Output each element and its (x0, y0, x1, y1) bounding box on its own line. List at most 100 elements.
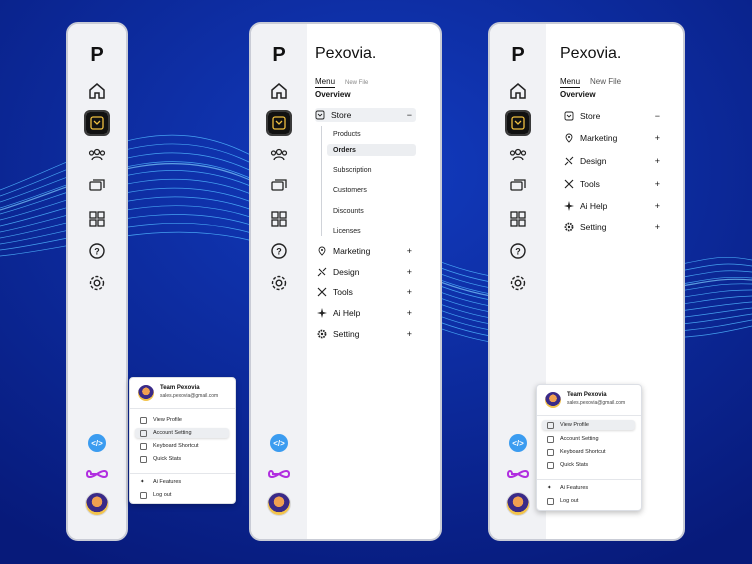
help-icon[interactable]: ? (268, 240, 290, 262)
help-icon[interactable]: ? (507, 240, 529, 262)
log-out-item[interactable]: Log out (140, 490, 229, 500)
expand-icon[interactable]: + (655, 201, 660, 211)
code-icon[interactable]: </> (88, 434, 106, 452)
submenu-item-discounts[interactable]: Discounts (327, 205, 364, 217)
code-icon[interactable]: </> (270, 434, 288, 452)
account-setting-item[interactable]: Account Setting (547, 434, 635, 444)
team-icon[interactable] (507, 144, 529, 166)
team-icon[interactable] (268, 144, 290, 166)
menu-item-label: Marketing (333, 246, 371, 256)
menu-item-tools[interactable]: Tools + (317, 285, 416, 299)
settings-gear-icon[interactable] (86, 272, 108, 294)
code-icon[interactable]: </> (509, 434, 527, 452)
divider (130, 473, 235, 474)
chat-icon[interactable] (86, 176, 108, 198)
profile-icon (547, 421, 554, 429)
menu-tabs: Menu New File (560, 77, 621, 88)
keyboard-shortcut-item[interactable]: Keyboard Shortcut (547, 447, 635, 457)
menu-tabs: Menu New File (315, 77, 368, 88)
menu-item-marketing[interactable]: Marketing + (317, 244, 416, 258)
store-icon[interactable] (84, 110, 110, 136)
chat-icon[interactable] (507, 176, 529, 198)
collapse-icon[interactable]: − (407, 110, 412, 120)
menu-item-label: Setting (333, 329, 360, 339)
profile-popup: Team Pexovia sales.pexovia@gmail.com Vie… (129, 377, 236, 504)
ai-features-item[interactable]: ✦ Ai Features (140, 477, 229, 487)
ai-features-item[interactable]: ✦ Ai Features (547, 483, 635, 493)
home-icon[interactable] (507, 80, 529, 102)
submenu-item-subscription[interactable]: Subscription (327, 164, 372, 176)
menu-item-store[interactable]: Store − (315, 108, 416, 122)
submenu-item-products[interactable]: Products (327, 128, 361, 140)
user-avatar[interactable] (85, 492, 109, 516)
expand-icon[interactable]: + (407, 267, 412, 277)
expand-icon[interactable]: + (407, 287, 412, 297)
keyboard-shortcut-label: Keyboard Shortcut (153, 443, 199, 449)
expand-icon[interactable]: + (655, 179, 660, 189)
keyboard-shortcut-item[interactable]: Keyboard Shortcut (140, 441, 229, 451)
user-avatar[interactable] (267, 492, 291, 516)
menu-item-label: Ai Help (333, 308, 361, 318)
expand-icon[interactable]: + (655, 133, 660, 143)
home-icon[interactable] (268, 80, 290, 102)
store-icon[interactable] (266, 110, 292, 136)
expand-icon[interactable]: + (407, 308, 412, 318)
team-icon[interactable] (86, 144, 108, 166)
icon-rail: P ? </> (68, 24, 126, 539)
menu-item-setting[interactable]: Setting + (317, 327, 416, 341)
settings-gear-icon[interactable] (268, 272, 290, 294)
gear-icon (317, 329, 327, 339)
tab-new-file[interactable]: New File (590, 77, 621, 86)
tools-icon (317, 287, 327, 297)
ai-features-label: Ai Features (153, 479, 182, 485)
popup-avatar (545, 392, 561, 408)
quick-stats-item[interactable]: Quick Stats (547, 460, 635, 470)
infinity-icon[interactable] (267, 467, 291, 481)
home-icon[interactable] (86, 80, 108, 102)
expand-icon[interactable]: + (407, 246, 412, 256)
dashboard-icon[interactable] (268, 208, 290, 230)
store-icon[interactable] (505, 110, 531, 136)
dashboard-icon[interactable] (507, 208, 529, 230)
log-out-item[interactable]: Log out (547, 496, 635, 506)
submenu-item-licenses[interactable]: Licenses (327, 225, 361, 237)
expand-icon[interactable]: + (407, 329, 412, 339)
menu-item-store[interactable]: Store − (564, 109, 664, 123)
user-avatar[interactable] (506, 492, 530, 516)
menu-item-design[interactable]: Design + (564, 154, 664, 168)
menu-item-label: Tools (333, 287, 353, 297)
menu-item-tools[interactable]: Tools + (564, 177, 664, 191)
menu-item-marketing[interactable]: Marketing + (564, 131, 664, 145)
view-profile-item[interactable]: View Profile (542, 420, 635, 430)
keyboard-icon (140, 442, 147, 450)
chat-icon[interactable] (268, 176, 290, 198)
expand-icon[interactable]: + (655, 156, 660, 166)
popup-avatar (138, 385, 154, 401)
expand-icon[interactable]: + (655, 222, 660, 232)
tab-menu[interactable]: Menu (315, 77, 336, 88)
collapse-icon[interactable]: − (655, 111, 660, 121)
sidebar-expanded-store: P ? </> Pexovia. Menu New File Overview (249, 22, 442, 541)
submenu-item-customers[interactable]: Customers (327, 184, 367, 196)
menu-item-ai-help[interactable]: Ai Help + (317, 306, 416, 320)
view-profile-item[interactable]: View Profile (140, 415, 229, 425)
infinity-icon[interactable] (85, 467, 109, 481)
menu-item-setting[interactable]: Setting + (564, 220, 664, 234)
gear-icon (547, 435, 554, 443)
infinity-icon[interactable] (506, 467, 530, 481)
settings-gear-icon[interactable] (507, 272, 529, 294)
profile-name: Team Pexovia (567, 392, 607, 398)
logout-icon (547, 497, 554, 505)
log-out-label: Log out (153, 492, 172, 498)
quick-stats-label: Quick Stats (153, 456, 182, 462)
help-icon[interactable]: ? (86, 240, 108, 262)
account-setting-item[interactable]: Account Setting (135, 428, 229, 438)
tab-menu[interactable]: Menu (560, 77, 581, 88)
submenu-item-orders[interactable]: Orders (327, 144, 416, 156)
dashboard-icon[interactable] (86, 208, 108, 230)
sparkle-icon: ✦ (140, 478, 145, 485)
menu-item-ai-help[interactable]: Ai Help + (564, 199, 664, 213)
quick-stats-item[interactable]: Quick Stats (140, 454, 229, 464)
menu-item-design[interactable]: Design + (317, 265, 416, 279)
tab-new-file[interactable]: New File (345, 80, 368, 86)
